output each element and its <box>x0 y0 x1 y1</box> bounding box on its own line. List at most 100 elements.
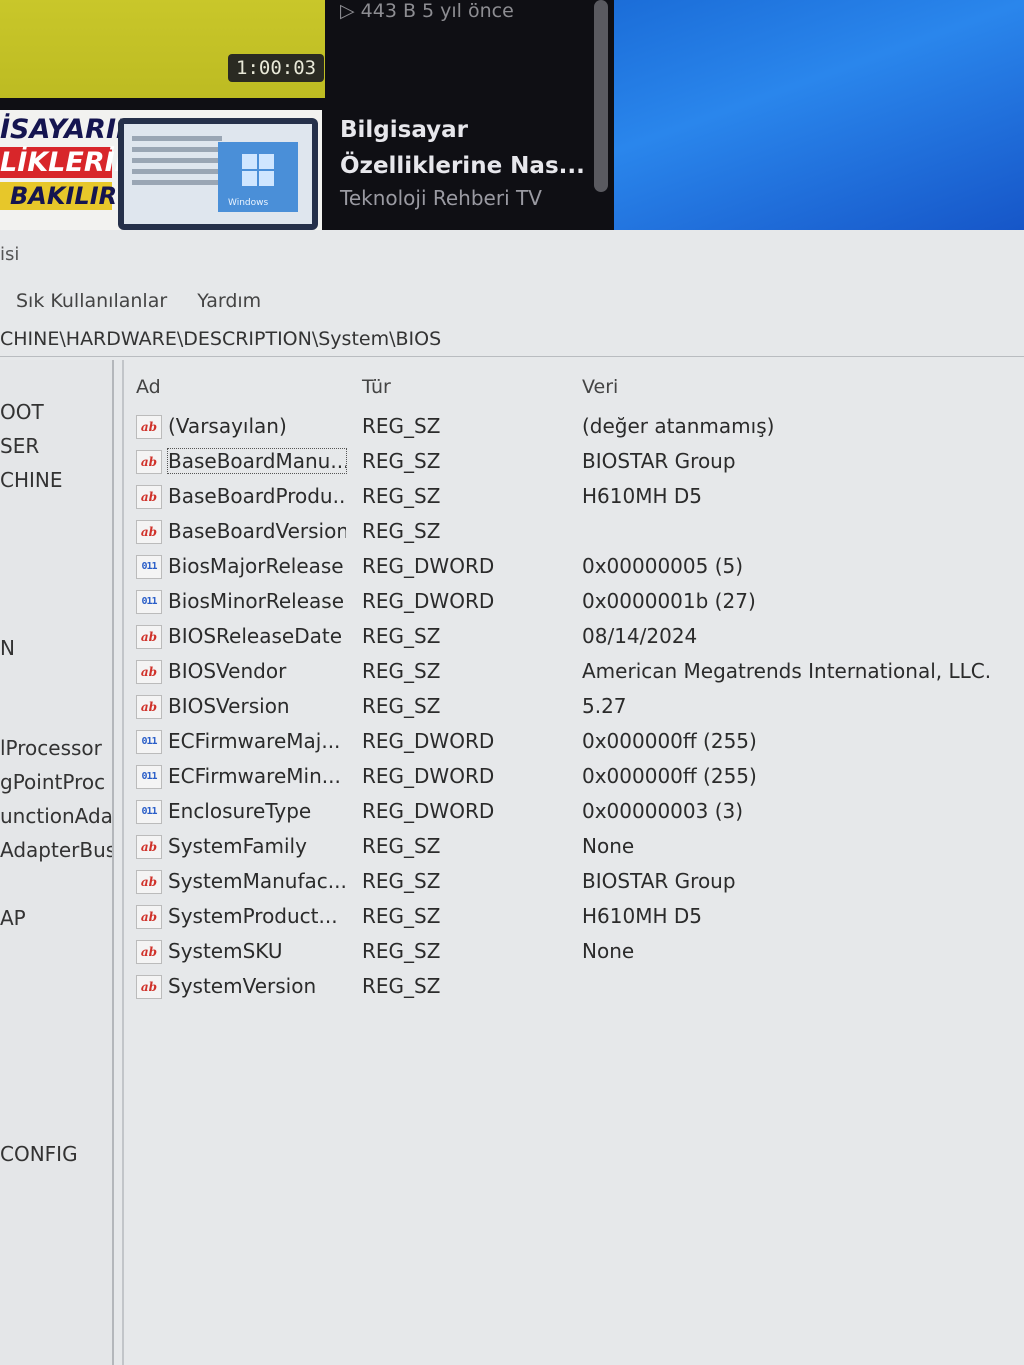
column-header-data[interactable]: Veri <box>582 376 618 398</box>
menu-help[interactable]: Yardım <box>197 290 261 312</box>
string-value-icon: ab <box>136 870 162 894</box>
value-type: REG_SZ <box>362 449 441 473</box>
table-row[interactable]: 011 EnclosureType REG_DWORD 0x00000003 (3) <box>124 797 1024 827</box>
video-title[interactable]: Bilgisayar Özelliklerine Nas... <box>340 112 585 184</box>
value-name: BIOSReleaseDate <box>168 624 343 648</box>
table-row[interactable]: ab SystemFamily REG_SZ None <box>124 832 1024 862</box>
window-title: isi <box>0 244 20 265</box>
binary-value-icon: 011 <box>136 730 162 754</box>
column-header-name[interactable]: Ad <box>136 376 161 398</box>
binary-value-icon: 011 <box>136 765 162 789</box>
value-type: REG_DWORD <box>362 764 495 788</box>
table-row[interactable]: 011 BiosMinorRelease REG_DWORD 0x0000001b (… <box>124 587 1024 617</box>
thumbnail-caption-line3: BAKILIR? <box>0 182 131 210</box>
value-type: REG_SZ <box>362 974 441 998</box>
table-row[interactable]: ab SystemManufac... REG_SZ BIOSTAR Group <box>124 867 1024 897</box>
laptop-screen: Windows <box>124 124 312 224</box>
table-row[interactable]: ab BaseBoardProdu... REG_SZ H610MH D5 <box>124 482 1024 512</box>
duration-badge: 1:00:03 <box>228 54 325 82</box>
value-type: REG_SZ <box>362 414 441 438</box>
value-name: BIOSVendor <box>168 659 287 683</box>
value-type: REG_SZ <box>362 519 441 543</box>
video-title-line2: Özelliklerine Nas... <box>340 153 585 179</box>
video-strip: 1:00:03 ▷ 443 B 5 yıl önce İSAYARIN LİKL… <box>0 0 1024 230</box>
view-count: ▷ 443 B 5 yıl önce <box>340 0 514 22</box>
value-type: REG_DWORD <box>362 589 495 613</box>
value-type: REG_SZ <box>362 939 441 963</box>
thumbnail-caption: İSAYARIN LİKLERİNE BAKILIR? <box>0 116 156 210</box>
table-row[interactable]: ab BIOSReleaseDate REG_SZ 08/14/2024 <box>124 622 1024 652</box>
scrollbar[interactable] <box>594 0 608 192</box>
laptop-graphic: Windows <box>118 118 318 230</box>
value-data: 5.27 <box>582 694 627 718</box>
tree-item[interactable]: CONFIG <box>0 1142 78 1166</box>
value-data: BIOSTAR Group <box>582 869 736 893</box>
value-name: SystemManufac... <box>168 869 346 893</box>
table-row[interactable]: ab BaseBoardManu... REG_SZ BIOSTAR Group <box>124 447 1024 477</box>
channel-name[interactable]: Teknoloji Rehberi TV <box>340 186 542 210</box>
tree-item[interactable]: CHINE <box>0 468 63 492</box>
value-name: ECFirmwareMaj... <box>168 729 341 753</box>
menu-favorites[interactable]: Sık Kullanılanlar <box>16 290 167 312</box>
thumbnail-caption-line2: LİKLERİNE <box>0 147 156 178</box>
value-data: 0x00000003 (3) <box>582 799 744 823</box>
tree-item[interactable]: AdapterBus <box>0 838 112 862</box>
tree-item[interactable]: gPointProc <box>0 770 105 794</box>
column-header-type[interactable]: Tür <box>362 376 391 398</box>
string-value-icon: ab <box>136 520 162 544</box>
string-value-icon: ab <box>136 835 162 859</box>
binary-value-icon: 011 <box>136 590 162 614</box>
value-name: BIOSVersion <box>168 694 290 718</box>
table-row[interactable]: ab BaseBoardVersion REG_SZ <box>124 517 1024 547</box>
tree-item[interactable]: unctionAda <box>0 804 112 828</box>
table-row[interactable]: ab SystemProduct... REG_SZ H610MH D5 <box>124 902 1024 932</box>
values-list: Ad Tür Veri ab (Varsayılan) REG_SZ (değer a… <box>122 360 1024 1365</box>
value-data: 08/14/2024 <box>582 624 698 648</box>
tree-item[interactable]: lProcessor <box>0 736 102 760</box>
table-row[interactable]: ab BIOSVendor REG_SZ American Megatrends In… <box>124 657 1024 687</box>
value-type: REG_DWORD <box>362 799 495 823</box>
value-type: REG_DWORD <box>362 729 495 753</box>
value-name: BaseBoardProdu... <box>168 484 346 508</box>
string-value-icon: ab <box>136 450 162 474</box>
value-type: REG_SZ <box>362 904 441 928</box>
value-name: ECFirmwareMin... <box>168 764 341 788</box>
table-row[interactable]: ab SystemVersion REG_SZ <box>124 972 1024 1002</box>
string-value-icon: ab <box>136 415 162 439</box>
value-data: American Megatrends International, LLC. <box>582 659 992 683</box>
table-row[interactable]: ab BIOSVersion REG_SZ 5.27 <box>124 692 1024 722</box>
value-name: BaseBoardVersion <box>168 519 346 543</box>
video-thumbnail-previous[interactable]: 1:00:03 <box>0 0 325 98</box>
windows-panel: Windows <box>218 142 298 212</box>
value-data: (değer atanmamış) <box>582 414 775 438</box>
table-row[interactable]: 011 ECFirmwareMin... REG_DWORD 0x000000ff (… <box>124 762 1024 792</box>
tree-item[interactable]: OOT <box>0 400 44 424</box>
menu-bar: Sık Kullanılanlar Yardım <box>16 290 285 312</box>
table-row[interactable]: ab (Varsayılan) REG_SZ (değer atanmamış) <box>124 412 1024 442</box>
tree-item[interactable]: SER <box>0 434 39 458</box>
value-data: H610MH D5 <box>582 904 702 928</box>
video-thumbnail[interactable]: İSAYARIN LİKLERİNE BAKILIR? Windows <box>0 110 322 230</box>
value-name: SystemSKU <box>168 939 283 963</box>
tree-item[interactable]: AP <box>0 906 26 930</box>
value-type: REG_SZ <box>362 484 441 508</box>
value-type: REG_DWORD <box>362 554 495 578</box>
string-value-icon: ab <box>136 695 162 719</box>
table-row[interactable]: 011 BiosMajorRelease REG_DWORD 0x00000005 (… <box>124 552 1024 582</box>
value-name: SystemVersion <box>168 974 317 998</box>
value-name: BiosMajorRelease <box>168 554 344 578</box>
table-row[interactable]: ab SystemSKU REG_SZ None <box>124 937 1024 967</box>
address-bar[interactable]: CHINE\HARDWARE\DESCRIPTION\System\BIOS <box>0 328 1024 357</box>
table-row[interactable]: 011 ECFirmwareMaj... REG_DWORD 0x000000ff (… <box>124 727 1024 757</box>
tree-item[interactable]: N <box>0 636 15 660</box>
string-value-icon: ab <box>136 975 162 999</box>
value-type: REG_SZ <box>362 659 441 683</box>
value-data: 0x00000005 (5) <box>582 554 744 578</box>
value-name: BiosMinorRelease <box>168 589 345 613</box>
value-name: SystemProduct... <box>168 904 338 928</box>
value-type: REG_SZ <box>362 694 441 718</box>
windows-label: Windows <box>228 198 269 208</box>
value-name: BaseBoardManu... <box>167 448 347 474</box>
binary-value-icon: 011 <box>136 555 162 579</box>
value-type: REG_SZ <box>362 624 441 648</box>
